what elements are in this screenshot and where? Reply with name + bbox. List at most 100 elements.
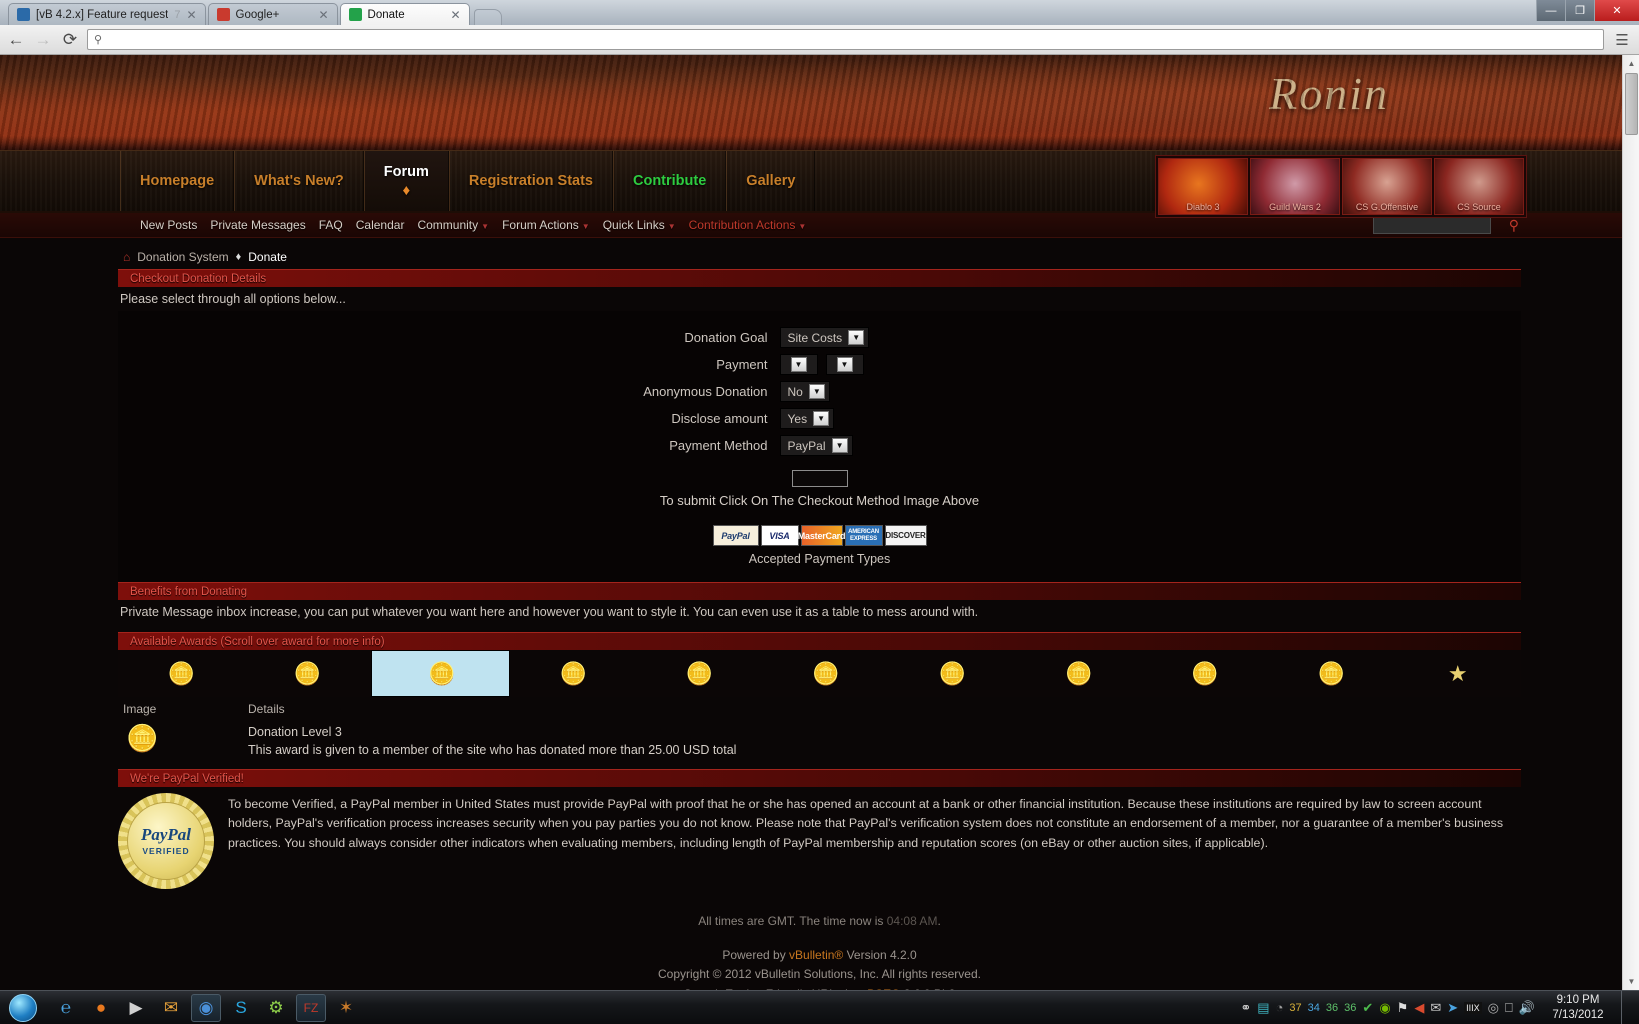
search-icon[interactable]: ⚲ <box>1509 217 1519 234</box>
subnav-item-forum-actions[interactable]: Forum Actions ▼ <box>502 218 590 232</box>
paypal-verified-text: To become Verified, a PayPal member in U… <box>228 797 1504 850</box>
donation-goal-select[interactable]: Site Costs ▼ <box>779 327 870 348</box>
award-icon-7[interactable]: 🪙 <box>889 650 1015 697</box>
check-icon[interactable]: ✔ <box>1362 1000 1373 1016</box>
outlook-icon[interactable]: ✉ <box>156 994 186 1022</box>
network-icon[interactable]: ⚙ <box>261 994 291 1022</box>
start-orb-icon[interactable] <box>0 992 46 1024</box>
award-star-icon[interactable]: ★ <box>1395 650 1521 697</box>
award-icon-1[interactable]: 🪙 <box>118 650 244 697</box>
scroll-up-arrow-icon[interactable]: ▲ <box>1623 55 1639 72</box>
subnav-item-faq[interactable]: FAQ <box>319 218 343 232</box>
card-amex[interactable]: AMERICAN EXPRESS <box>844 525 883 546</box>
disk-icon[interactable]: ◔ <box>1276 1000 1284 1015</box>
chrome-icon[interactable]: ◉ <box>191 993 221 1022</box>
media-player-icon[interactable]: ▶ <box>121 994 151 1022</box>
payment-currency-select[interactable]: ▼ <box>825 354 864 375</box>
game-tile-csgo[interactable]: CS G.Offensive <box>1342 158 1432 215</box>
maximize-button[interactable]: ❐ <box>1565 0 1594 21</box>
nav-item-forum[interactable]: Forum ♦ <box>363 151 449 211</box>
steam-icon[interactable]: ⚭ <box>1240 1000 1251 1016</box>
system-tray: ⚭ ▤ ◔ 37 34 36 36 ✔ ◉ ⚑ ◀ ✉ ➤ IIIX ◎ ⎕ 🔊… <box>1240 990 1639 1024</box>
volume-icon[interactable]: 🔊 <box>1519 1000 1535 1016</box>
award-icon-4[interactable]: 🪙 <box>510 650 636 697</box>
award-icon-5[interactable]: 🪙 <box>636 650 762 697</box>
monitor-icon[interactable]: ⎕ <box>1505 1000 1513 1016</box>
taskbar-clock[interactable]: 9:10 PM 7/13/2012 <box>1541 993 1615 1022</box>
anonymous-donation-select[interactable]: No ▼ <box>779 381 830 402</box>
firefox-icon[interactable]: ● <box>86 994 116 1022</box>
back-icon[interactable]: ← <box>6 30 26 50</box>
award-icon-8[interactable]: 🪙 <box>1016 650 1142 697</box>
submit-field[interactable] <box>791 470 848 487</box>
nav-item-gallery[interactable]: Gallery <box>726 151 816 211</box>
scrollbar-thumb[interactable] <box>1625 73 1638 135</box>
address-bar[interactable]: ⚲ <box>87 29 1604 50</box>
game-tile-diablo3[interactable]: Diablo 3 <box>1158 158 1248 215</box>
tab-close-icon[interactable]: ✕ <box>450 8 460 22</box>
menu-icon[interactable]: ☰ <box>1611 31 1633 49</box>
subnav-item-private-messages[interactable]: Private Messages <box>210 218 305 232</box>
tab-close-icon[interactable]: ✕ <box>318 8 328 22</box>
payment-amount-select[interactable]: ▼ <box>779 354 818 375</box>
new-tab-button[interactable] <box>473 9 502 25</box>
award-icon-3[interactable]: 🪙 <box>370 650 511 697</box>
page-scrollbar[interactable]: ▲ ▼ <box>1622 55 1639 990</box>
field-label: Disclose amount <box>671 411 768 426</box>
internet-explorer-icon[interactable]: ℮ <box>51 994 81 1022</box>
nav-item-homepage[interactable]: Homepage <box>120 151 235 211</box>
game-tile-guildwars2[interactable]: Guild Wars 2 <box>1250 158 1340 215</box>
card-discover[interactable]: DISCOVER <box>884 525 927 546</box>
card-paypal[interactable]: PayPal <box>712 525 759 546</box>
mail-icon[interactable]: ✉ <box>1430 1000 1441 1016</box>
subnav-item-new-posts[interactable]: New Posts <box>140 218 197 232</box>
show-desktop-button[interactable] <box>1621 990 1631 1024</box>
payment-method-select[interactable]: PayPal ▼ <box>779 435 853 456</box>
award-icon-10[interactable]: 🪙 <box>1268 650 1394 697</box>
nav-item-contribute[interactable]: Contribute <box>613 151 727 211</box>
skype-icon[interactable]: S <box>226 994 256 1022</box>
game-tile-cssource[interactable]: CS Source <box>1434 158 1524 215</box>
card-mastercard[interactable]: MasterCard <box>798 525 845 546</box>
browser-tab-0[interactable]: [vB 4.2.x] Feature request 7 ✕ <box>8 3 206 25</box>
speaker-red-icon[interactable]: ◀ <box>1414 1000 1424 1016</box>
subnav-item-contribution-actions[interactable]: Contribution Actions ▼ <box>689 218 807 232</box>
paypal-verified-seal-icon: PayPal VERIFIED <box>118 793 214 890</box>
close-button[interactable]: ✕ <box>1594 0 1639 21</box>
breadcrumb-parent[interactable]: Donation System <box>137 250 228 264</box>
subnav-item-community[interactable]: Community ▼ <box>417 218 489 232</box>
site-search-input[interactable] <box>1373 217 1491 234</box>
tab-close-icon[interactable]: ✕ <box>186 8 196 22</box>
subnav-item-calendar[interactable]: Calendar <box>356 218 405 232</box>
nvidia-icon[interactable]: ◉ <box>1379 1000 1390 1016</box>
filezilla-icon[interactable]: FZ <box>296 993 326 1022</box>
award-icon-9[interactable]: 🪙 <box>1142 650 1268 697</box>
main-navigation: Homepage What's New? Forum ♦ Registratio… <box>0 150 1639 218</box>
powered-post: Version 4.2.0 <box>846 948 917 963</box>
minimize-button[interactable]: — <box>1536 0 1565 21</box>
nav-item-registration-stats[interactable]: Registration Stats <box>448 151 613 211</box>
flag-icon[interactable]: ⚑ <box>1397 1000 1409 1016</box>
disclose-amount-select[interactable]: Yes ▼ <box>779 408 835 429</box>
folder-icon[interactable]: ▤ <box>1257 1000 1269 1016</box>
home-icon[interactable]: ⌂ <box>123 250 130 264</box>
reload-icon[interactable]: ⟳ <box>60 30 80 50</box>
subnav-item-quick-links[interactable]: Quick Links ▼ <box>603 218 676 232</box>
shield-icon[interactable]: ◎ <box>1488 1000 1499 1016</box>
forward-icon[interactable]: → <box>33 30 53 50</box>
updater-icon[interactable]: ➤ <box>1447 1000 1458 1016</box>
award-icon-2[interactable]: 🪙 <box>244 650 370 697</box>
browser-tab-1[interactable]: Google+ ✕ <box>207 3 338 25</box>
card-visa[interactable]: VISA <box>760 525 799 546</box>
address-input[interactable] <box>107 32 1597 47</box>
thx-icon[interactable]: IIIX <box>1464 1001 1482 1014</box>
browser-tab-2[interactable]: Donate ✕ <box>339 3 470 25</box>
search-icon: ⚲ <box>94 34 103 46</box>
vbulletin-link[interactable]: vBulletin® <box>789 948 843 962</box>
scroll-down-arrow-icon[interactable]: ▼ <box>1623 973 1639 990</box>
game-icon[interactable]: ✶ <box>331 994 361 1022</box>
tab-favicon <box>348 8 362 21</box>
award-icon-6[interactable]: 🪙 <box>763 650 889 697</box>
card-label: PayPal <box>721 530 750 541</box>
nav-item-whatsnew[interactable]: What's New? <box>234 151 364 211</box>
